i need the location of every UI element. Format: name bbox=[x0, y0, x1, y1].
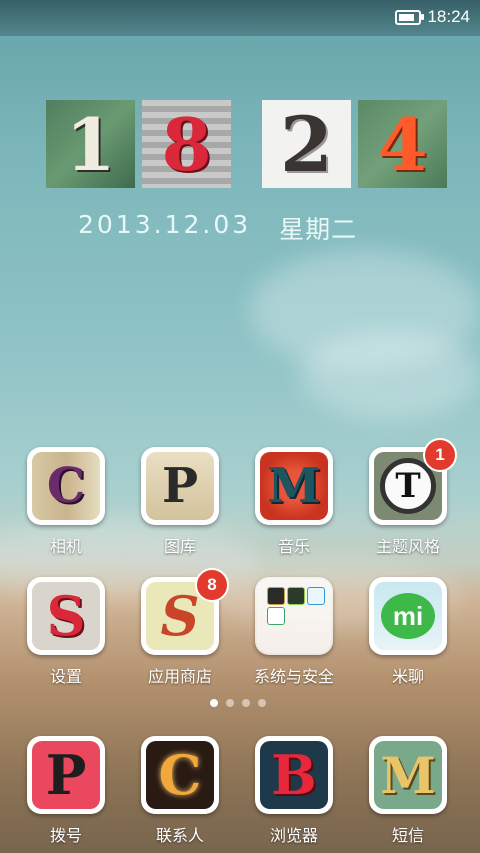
clock-digit-minute-ones: 4 bbox=[358, 100, 447, 188]
shield-mini-icon bbox=[267, 607, 285, 625]
clock-digit-minute-tens: 2 bbox=[262, 100, 351, 189]
status-bar: 18:24 bbox=[0, 0, 480, 36]
status-time: 18:24 bbox=[427, 7, 470, 26]
clock-digit-hour-tens: 1 bbox=[46, 100, 135, 188]
mini-app-icon bbox=[267, 587, 285, 605]
app-camera[interactable]: C 相机 bbox=[10, 447, 122, 557]
page-dot bbox=[258, 699, 266, 707]
app-music[interactable]: M 音乐 bbox=[238, 447, 350, 557]
date-line: 2013.12.03 星期二 bbox=[78, 210, 357, 246]
app-label: 图库 bbox=[163, 537, 196, 556]
browser-b-icon: B bbox=[255, 736, 333, 814]
mini-app-icon bbox=[287, 587, 305, 605]
theme-t-icon: T 1 bbox=[369, 438, 457, 525]
app-label: 系统与安全 bbox=[253, 667, 334, 686]
camera-c-icon: C bbox=[27, 447, 105, 525]
cloud-mini-icon bbox=[307, 587, 325, 605]
app-label: 米聊 bbox=[391, 667, 424, 686]
app-label: 主题风格 bbox=[375, 537, 440, 556]
notification-badge: 1 bbox=[423, 438, 457, 472]
app-miliao[interactable]: mi 米聊 bbox=[352, 577, 464, 687]
app-theme[interactable]: T 1 主题风格 bbox=[352, 438, 464, 557]
page-dot bbox=[226, 699, 234, 707]
app-browser[interactable]: B 浏览器 bbox=[238, 736, 350, 846]
dialer-p-icon: P bbox=[27, 736, 105, 814]
page-dot-active bbox=[210, 699, 218, 707]
app-label: 拨号 bbox=[49, 826, 82, 845]
app-label: 联系人 bbox=[155, 826, 204, 845]
app-messages[interactable]: M 短信 bbox=[352, 736, 464, 846]
folder-icon bbox=[255, 577, 333, 655]
music-m-icon: M bbox=[255, 447, 333, 525]
app-label: 应用商店 bbox=[147, 667, 212, 686]
app-label: 短信 bbox=[391, 826, 424, 845]
weekday-text: 星期二 bbox=[279, 215, 358, 244]
gallery-p-icon: P bbox=[141, 447, 219, 525]
battery-icon bbox=[395, 9, 425, 25]
app-contacts[interactable]: C 联系人 bbox=[124, 736, 236, 846]
app-label: 相机 bbox=[49, 537, 82, 556]
app-settings[interactable]: S 设置 bbox=[10, 577, 122, 687]
clock-digit-hour-ones: 8 bbox=[142, 100, 231, 188]
folder-system-security[interactable]: 系统与安全 bbox=[238, 577, 350, 687]
notification-badge: 8 bbox=[195, 568, 229, 602]
app-store-s-icon: S 8 bbox=[141, 568, 229, 655]
app-label: 设置 bbox=[49, 667, 82, 686]
page-indicator bbox=[210, 699, 266, 707]
page-dot bbox=[242, 699, 250, 707]
app-gallery[interactable]: P 图库 bbox=[124, 447, 236, 557]
contacts-c-icon: C bbox=[141, 736, 219, 814]
clock-widget[interactable]: 1 8 2 4 bbox=[46, 100, 447, 189]
messages-m-icon: M bbox=[369, 736, 447, 814]
app-label: 音乐 bbox=[277, 537, 310, 556]
app-dialer[interactable]: P 拨号 bbox=[10, 736, 122, 846]
settings-s-icon: S bbox=[27, 577, 105, 655]
app-label: 浏览器 bbox=[269, 826, 318, 845]
miliao-icon: mi bbox=[369, 577, 447, 655]
date-text: 2013.12.03 bbox=[78, 210, 252, 239]
app-store[interactable]: S 8 应用商店 bbox=[124, 568, 236, 687]
